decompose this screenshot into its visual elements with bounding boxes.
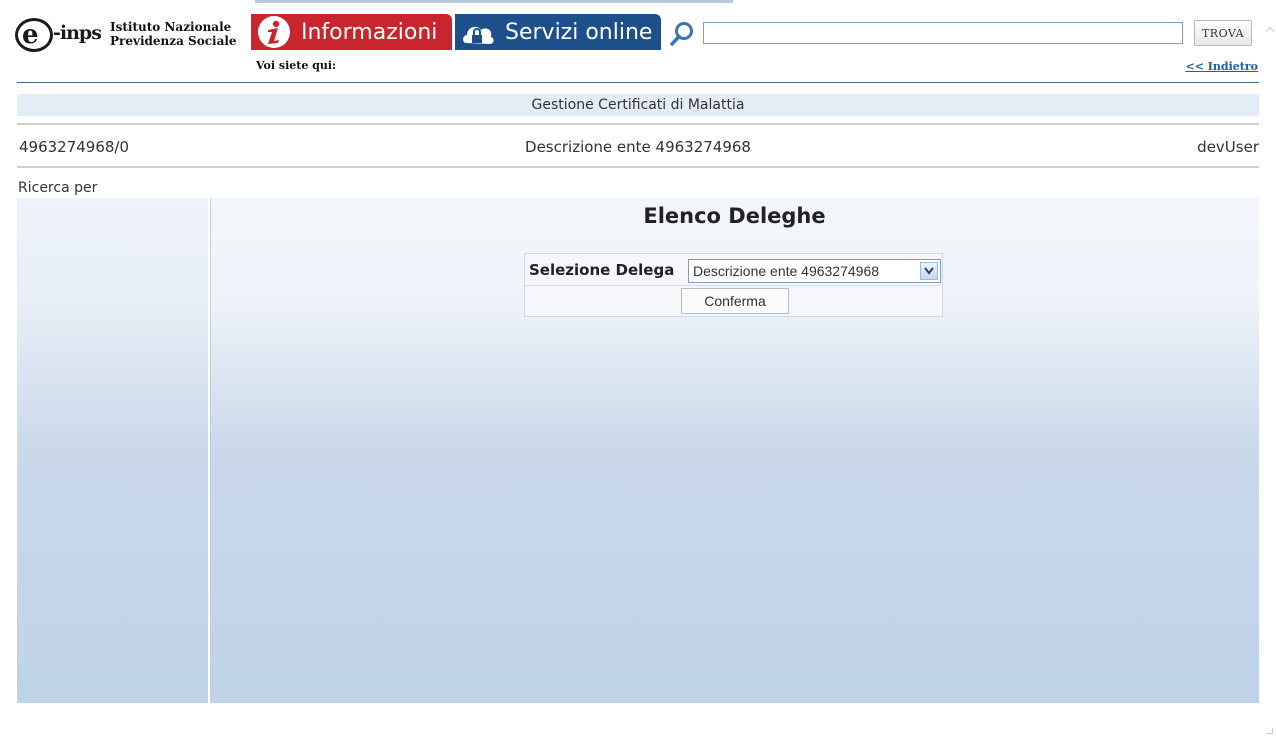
user-name: devUser [1197, 138, 1259, 156]
institute-name: Istituto Nazionale Previdenza Sociale [110, 20, 237, 48]
breadcrumb: Voi siete qui: [256, 59, 337, 72]
inps-logo[interactable]: e -inps [15, 18, 107, 52]
institute-name-line1: Istituto Nazionale [110, 20, 232, 34]
institute-name-line2: Previdenza Sociale [110, 34, 237, 48]
chevron-down-icon[interactable] [920, 262, 938, 280]
window-scrollbar[interactable] [1264, 0, 1276, 742]
delega-form: Selezione Delega Descrizione ente 496327… [524, 253, 943, 317]
resize-grip-icon[interactable] [1267, 728, 1273, 734]
cloud-lock-icon [463, 26, 494, 44]
window-top-accent [255, 0, 733, 3]
search-by-label: Ricerca per [18, 180, 98, 196]
delega-select-row: Selezione Delega Descrizione ente 496327… [525, 254, 942, 286]
divider [17, 166, 1259, 168]
search-icon[interactable] [668, 20, 696, 48]
delega-select-value: Descrizione ente 4963274968 [693, 263, 880, 279]
header-divider [17, 82, 1259, 83]
search-input[interactable] [703, 22, 1183, 44]
select-delega-label: Selezione Delega [529, 261, 675, 279]
ente-info-row: Descrizione ente 4963274968 4963274968/0… [17, 136, 1259, 158]
logo-e: e [22, 20, 39, 50]
page-title: Elenco Deleghe [643, 204, 826, 228]
section-title: Gestione Certificati di Malattia [17, 94, 1259, 116]
scroll-up-arrow-icon[interactable] [1265, 26, 1275, 36]
trova-button[interactable]: TROVA [1194, 20, 1252, 46]
divider [17, 123, 1259, 125]
ente-description: Descrizione ente 4963274968 [525, 138, 751, 156]
ente-code: 4963274968/0 [19, 138, 130, 156]
info-icon [258, 16, 290, 48]
logo-inps: -inps [53, 22, 102, 44]
tab-informazioni-label: Informazioni [301, 19, 438, 45]
tab-servizi-online[interactable]: Servizi online [455, 14, 661, 50]
sidebar-panel [17, 198, 208, 703]
tab-informazioni[interactable]: Informazioni [251, 14, 452, 50]
delega-select[interactable]: Descrizione ente 4963274968 [688, 259, 941, 283]
back-link[interactable]: << Indietro [1186, 60, 1259, 73]
confirm-button[interactable]: Conferma [681, 288, 789, 314]
tab-servizi-online-label: Servizi online [505, 19, 653, 45]
